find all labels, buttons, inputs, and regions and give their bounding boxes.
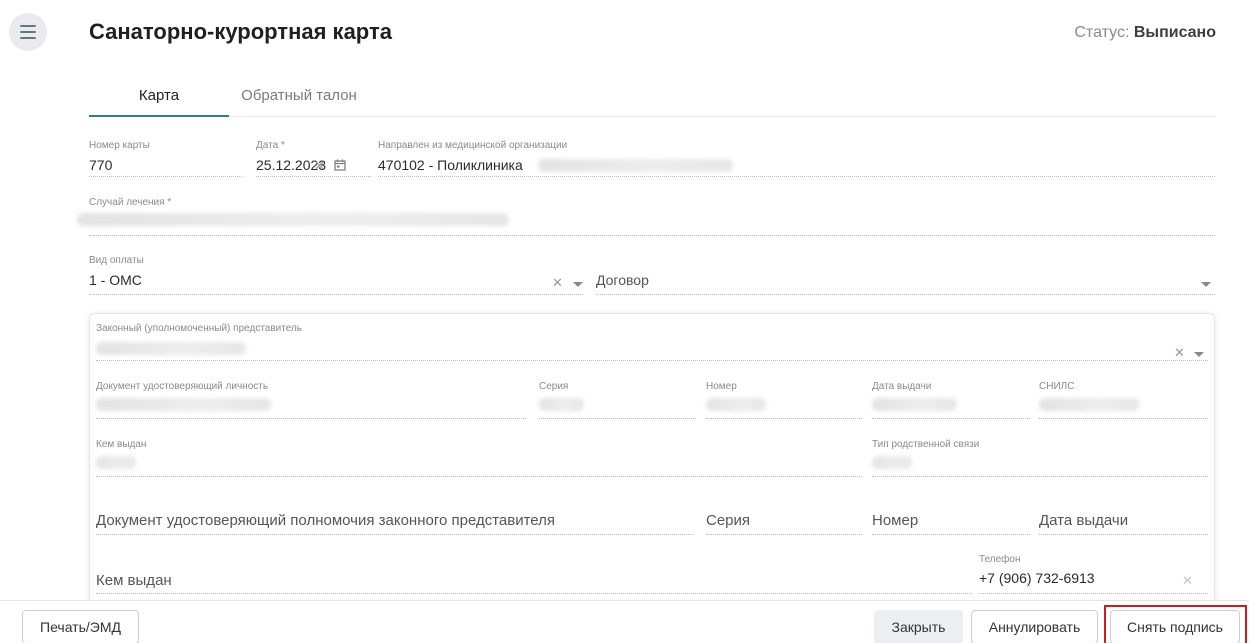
redacted-text: [96, 456, 136, 469]
phone-field[interactable]: Телефон +7 (906) 732-6913 ✕: [979, 554, 1208, 594]
highlight-frame: [1104, 605, 1247, 643]
id-number-field[interactable]: Номер: [706, 381, 862, 419]
authority-document-field[interactable]: Документ удостоверяющий полномочия закон…: [96, 507, 693, 535]
id-document-label: Документ удостоверяющий личность: [96, 381, 269, 392]
annul-button[interactable]: Аннулировать: [971, 610, 1098, 643]
phone-value: +7 (906) 732-6913: [979, 570, 1095, 586]
hamburger-icon: [20, 25, 36, 27]
redacted-text: [96, 342, 246, 355]
authority-issued-by-placeholder: Кем выдан: [96, 572, 172, 589]
authority-series-placeholder: Серия: [706, 512, 751, 529]
close-icon[interactable]: ✕: [1182, 574, 1193, 588]
tab-return-coupon[interactable]: Обратный талон: [229, 74, 369, 117]
payment-type-label: Вид оплаты: [89, 255, 144, 266]
referred-from-label: Направлен из медицинской организации: [378, 140, 568, 151]
chevron-down-icon[interactable]: [1201, 282, 1211, 287]
treatment-case-field[interactable]: Случай лечения *: [77, 197, 1215, 236]
redacted-text: [1039, 398, 1139, 411]
authority-issue-date-placeholder: Дата выдачи: [1039, 512, 1129, 529]
representative-panel: Законный (уполномоченный) представитель …: [89, 313, 1215, 613]
redacted-text: [539, 398, 584, 411]
payment-type-select[interactable]: Вид оплаты 1 - ОМС ✕: [89, 255, 583, 295]
print-emd-button[interactable]: Печать/ЭМД: [22, 610, 139, 643]
chevron-down-icon[interactable]: [1194, 352, 1204, 357]
card-number-value: 770: [89, 157, 113, 173]
referred-from-field[interactable]: Направлен из медицинской организации 470…: [378, 140, 1215, 177]
tab-card[interactable]: Карта: [89, 74, 229, 117]
id-number-label: Номер: [706, 381, 737, 392]
authority-number-field[interactable]: Номер: [872, 507, 1030, 535]
redacted-text: [77, 213, 509, 226]
authority-number-placeholder: Номер: [872, 512, 919, 529]
redacted-text: [706, 398, 766, 411]
redacted-text: [872, 398, 957, 411]
authority-issued-by-field[interactable]: Кем выдан: [96, 566, 972, 594]
status-label: Статус:: [1074, 24, 1130, 41]
treatment-case-label: Случай лечения *: [89, 197, 172, 208]
redacted-text: [872, 456, 912, 469]
close-icon[interactable]: ✕: [552, 276, 563, 290]
id-document-field[interactable]: Документ удостоверяющий личность: [96, 381, 526, 419]
issued-by-label: Кем выдан: [96, 439, 147, 450]
card-number-label: Номер карты: [89, 140, 150, 151]
menu-button[interactable]: [9, 13, 47, 51]
phone-label: Телефон: [979, 554, 1021, 565]
close-button[interactable]: Закрыть: [874, 610, 963, 643]
payment-type-value: 1 - ОМС: [89, 272, 142, 288]
date-field[interactable]: Дата * 25.12.2023 ✕: [256, 140, 371, 177]
page-title: Санаторно-курортная карта: [89, 19, 392, 44]
legal-representative-label: Законный (уполномоченный) представитель: [96, 323, 302, 334]
snils-label: СНИЛС: [1039, 381, 1075, 392]
status-value: Выписано: [1133, 24, 1216, 41]
referred-from-value: 470102 - Поликлиника: [378, 157, 523, 173]
id-series-field[interactable]: Серия: [539, 381, 696, 419]
footer-bar: Печать/ЭМД Закрыть Аннулировать Снять по…: [0, 600, 1249, 643]
issued-by-field[interactable]: Кем выдан: [96, 439, 862, 477]
relation-type-label: Тип родственной связи: [872, 439, 980, 450]
card-number-field[interactable]: Номер карты 770: [89, 140, 242, 177]
chevron-down-icon[interactable]: [573, 282, 583, 287]
calendar-icon[interactable]: [334, 159, 346, 171]
redacted-text: [538, 159, 733, 172]
contract-select[interactable]: Договор: [596, 255, 1215, 295]
id-issue-date-field[interactable]: Дата выдачи: [872, 381, 1030, 419]
id-series-label: Серия: [539, 381, 569, 392]
status-badge: Статус: Выписано: [1074, 24, 1216, 42]
legal-representative-select[interactable]: Законный (уполномоченный) представитель …: [96, 323, 1208, 361]
relation-type-field[interactable]: Тип родственной связи: [872, 439, 1208, 477]
contract-placeholder: Договор: [596, 272, 649, 288]
authority-issue-date-field[interactable]: Дата выдачи: [1039, 507, 1208, 535]
date-label: Дата *: [256, 140, 285, 151]
redacted-text: [96, 398, 271, 411]
close-icon[interactable]: ✕: [1174, 346, 1185, 360]
snils-field[interactable]: СНИЛС: [1039, 381, 1208, 419]
authority-series-field[interactable]: Серия: [706, 507, 862, 535]
authority-document-placeholder: Документ удостоверяющий полномочия закон…: [96, 512, 556, 529]
tab-bar: Карта Обратный талон: [89, 74, 1216, 117]
close-icon[interactable]: ✕: [314, 159, 325, 173]
id-issue-date-label: Дата выдачи: [872, 381, 932, 392]
